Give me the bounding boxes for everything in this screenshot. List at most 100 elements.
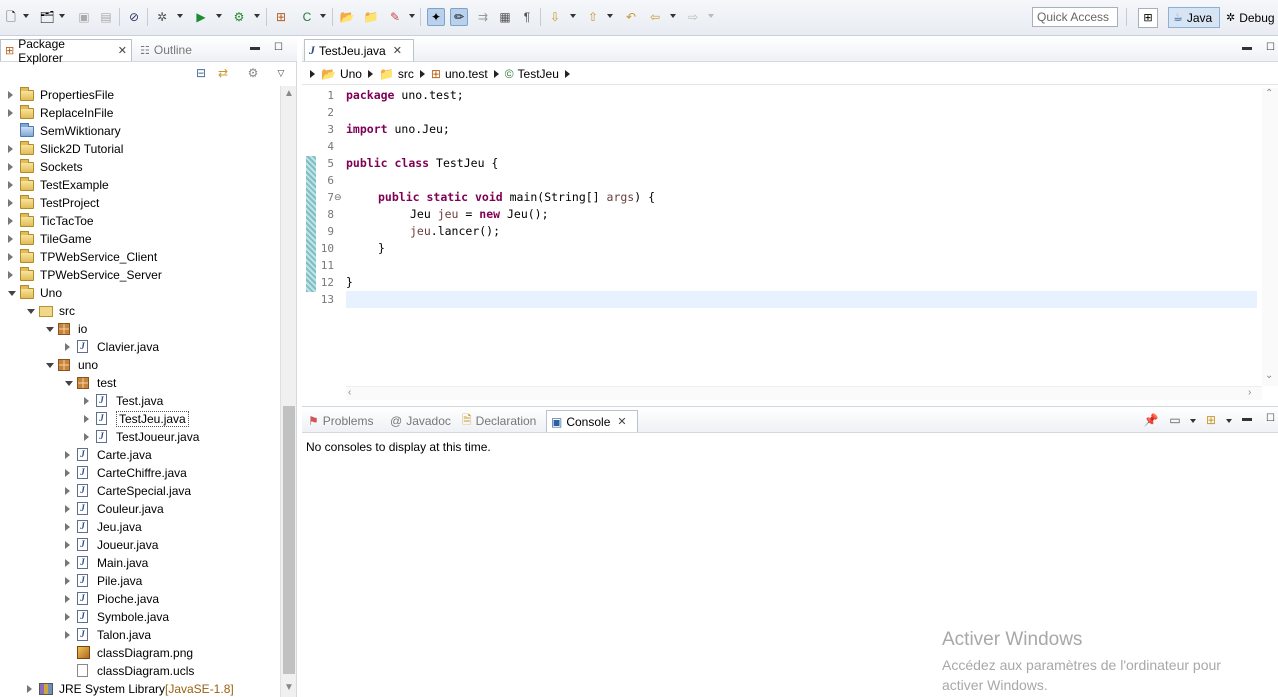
minimize-icon[interactable]: ▬ — [1242, 42, 1252, 53]
tab-javadoc[interactable]: @ Javadoc — [386, 410, 456, 432]
scroll-up-icon[interactable]: ⌃ — [1265, 88, 1273, 99]
display-console-dropdown-arrow[interactable] — [1190, 419, 1196, 423]
link-with-editor-icon[interactable]: ⇄ — [214, 64, 232, 82]
close-icon[interactable]: ✕ — [118, 44, 127, 57]
collapsed-arrow-icon[interactable] — [8, 235, 13, 243]
tree-item[interactable]: JRE System Library [JavaSE-1.8] — [0, 680, 280, 697]
open-console-icon[interactable]: ⊞ — [1202, 411, 1220, 429]
tree-item[interactable]: J Clavier.java — [0, 338, 280, 356]
tree-item[interactable]: J CarteSpecial.java — [0, 482, 280, 500]
breadcrumb-arrow-icon[interactable] — [564, 69, 570, 78]
breadcrumb-item-class[interactable]: © TestJeu — [505, 67, 559, 81]
collapsed-arrow-icon[interactable] — [84, 433, 89, 441]
breadcrumb-arrow-icon[interactable] — [367, 69, 373, 78]
collapsed-arrow-icon[interactable] — [27, 685, 32, 693]
tree-item[interactable]: J TestJeu.java — [0, 410, 280, 428]
tree-item[interactable]: J Pile.java — [0, 572, 280, 590]
open-console-dropdown-arrow[interactable] — [1226, 419, 1232, 423]
run-icon[interactable]: ▶ — [192, 8, 210, 26]
collapsed-arrow-icon[interactable] — [8, 181, 13, 189]
collapsed-arrow-icon[interactable] — [65, 631, 70, 639]
close-icon[interactable]: ✕ — [617, 415, 626, 428]
tab-console[interactable]: ▣ Console ✕ — [546, 410, 638, 432]
breadcrumb-arrow-icon[interactable] — [493, 69, 499, 78]
collapsed-arrow-icon[interactable] — [65, 523, 70, 531]
new-project-dropdown-arrow[interactable] — [59, 14, 65, 18]
scroll-right-icon[interactable]: › — [1248, 387, 1251, 398]
new-java-package-icon[interactable]: ⊞ — [272, 8, 290, 26]
collapsed-arrow-icon[interactable] — [8, 271, 13, 279]
expanded-arrow-icon[interactable] — [46, 327, 54, 332]
collapsed-arrow-icon[interactable] — [65, 505, 70, 513]
previous-annotation-dropdown-arrow[interactable] — [607, 14, 613, 18]
collapsed-arrow-icon[interactable] — [8, 253, 13, 261]
expanded-arrow-icon[interactable] — [8, 291, 16, 296]
tree-item[interactable]: classDiagram.png — [0, 644, 280, 662]
collapsed-arrow-icon[interactable] — [65, 487, 70, 495]
maximize-icon[interactable]: ☐ — [1266, 42, 1275, 53]
last-edit-location-icon[interactable]: ↶ — [622, 8, 640, 26]
scroll-down-icon[interactable]: ▼ — [284, 682, 294, 693]
collapsed-arrow-icon[interactable] — [8, 217, 13, 225]
perspective-debug-button[interactable]: ✲ Debug — [1224, 7, 1278, 28]
tree-item[interactable]: io — [0, 320, 280, 338]
open-perspective-button[interactable]: ⊞ — [1138, 8, 1158, 28]
collapsed-arrow-icon[interactable] — [65, 559, 70, 567]
show-whitespace-icon[interactable]: ▦ — [496, 8, 514, 26]
collapsed-arrow-icon[interactable] — [65, 469, 70, 477]
tree-item[interactable]: J Pioche.java — [0, 590, 280, 608]
breadcrumb-item-src[interactable]: 📁 src — [379, 67, 414, 81]
collapsed-arrow-icon[interactable] — [8, 199, 13, 207]
tree-item[interactable]: J Joueur.java — [0, 536, 280, 554]
tree-item[interactable]: TileGame — [0, 230, 280, 248]
toggle-mark-occurrences-icon[interactable]: ✦ — [427, 8, 445, 26]
back-dropdown-arrow[interactable] — [670, 14, 676, 18]
editor-horizontal-scrollbar[interactable]: ‹ › — [346, 386, 1262, 400]
new-class-dropdown-arrow[interactable] — [320, 14, 326, 18]
tree-item[interactable]: J Couleur.java — [0, 500, 280, 518]
tree-item[interactable]: J Test.java — [0, 392, 280, 410]
word-wrap-icon[interactable]: ⇉ — [474, 8, 492, 26]
collapsed-arrow-icon[interactable] — [84, 415, 89, 423]
breadcrumb-item-package[interactable]: ⊞ uno.test — [431, 67, 488, 81]
collapsed-arrow-icon[interactable] — [65, 595, 70, 603]
show-paragraph-icon[interactable]: ¶ — [518, 8, 536, 26]
forward-dropdown-arrow[interactable] — [708, 14, 714, 18]
new-project-icon[interactable]: 🗂 — [38, 8, 56, 26]
tab-declaration[interactable]: 🗎 Declaration — [458, 410, 546, 432]
tree-item[interactable]: SemWiktionary — [0, 122, 280, 140]
collapsed-arrow-icon[interactable] — [65, 451, 70, 459]
package-explorer-scrollbar[interactable]: ▲ ▼ — [280, 86, 296, 697]
tree-item[interactable]: TestProject — [0, 194, 280, 212]
pin-console-icon[interactable]: 📌 — [1142, 411, 1160, 429]
tree-item[interactable]: test — [0, 374, 280, 392]
collapsed-arrow-icon[interactable] — [65, 613, 70, 621]
collapsed-arrow-icon[interactable] — [65, 541, 70, 549]
expanded-arrow-icon[interactable] — [46, 363, 54, 368]
perspective-java-button[interactable]: ☕ Java — [1168, 7, 1220, 28]
next-annotation-icon[interactable]: ⇩ — [546, 8, 564, 26]
tree-item[interactable]: PropertiesFile — [0, 86, 280, 104]
breadcrumb-arrow-icon[interactable] — [310, 69, 315, 78]
run-dropdown-arrow[interactable] — [216, 14, 222, 18]
collapsed-arrow-icon[interactable] — [8, 91, 13, 99]
tab-outline[interactable]: ☷ Outline — [136, 39, 206, 61]
debug-dropdown-arrow[interactable] — [177, 14, 183, 18]
tree-item[interactable]: TPWebService_Server — [0, 266, 280, 284]
search-icon[interactable]: ✎ — [386, 8, 404, 26]
tree-item[interactable]: TPWebService_Client — [0, 248, 280, 266]
tree-item[interactable]: J Talon.java — [0, 626, 280, 644]
run-external-tool-icon[interactable]: ⚙ — [230, 8, 248, 26]
filters-icon[interactable]: ⚙ — [244, 64, 262, 82]
next-annotation-dropdown-arrow[interactable] — [570, 14, 576, 18]
minimize-icon[interactable]: ▬ — [250, 42, 260, 53]
open-task-icon[interactable]: 📁 — [362, 8, 380, 26]
back-icon[interactable]: ⇦ — [646, 8, 664, 26]
tree-item[interactable]: J TestJoueur.java — [0, 428, 280, 446]
skip-breakpoints-icon[interactable]: ⊘ — [125, 8, 143, 26]
tree-item[interactable]: Slick2D Tutorial — [0, 140, 280, 158]
tree-item[interactable]: Sockets — [0, 158, 280, 176]
tree-item[interactable]: ReplaceInFile — [0, 104, 280, 122]
tree-item[interactable]: TicTacToe — [0, 212, 280, 230]
expanded-arrow-icon[interactable] — [27, 309, 35, 314]
